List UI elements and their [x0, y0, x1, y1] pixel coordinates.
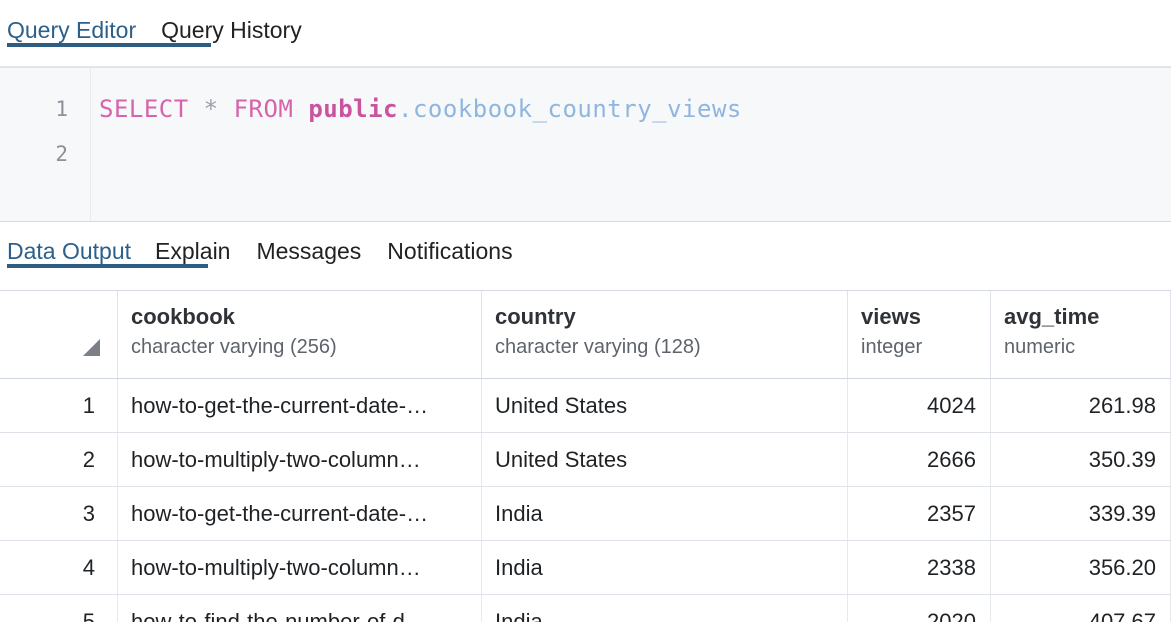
column-type: numeric — [1004, 336, 1076, 358]
column-type: integer — [861, 336, 923, 358]
output-tab-bar: Data Output Explain Messages Notificatio… — [0, 222, 1171, 290]
table-row[interactable]: 4 how-to-multiply-two-column… India 2338… — [0, 541, 1171, 595]
tab-query-history-label: Query History — [161, 17, 302, 43]
column-header-views[interactable]: views integer — [848, 291, 991, 378]
cell-country[interactable]: United States — [482, 433, 848, 486]
cell-views[interactable]: 2357 — [848, 487, 991, 540]
cell-views[interactable]: 2338 — [848, 541, 991, 594]
sql-token-select: SELECT — [99, 95, 189, 123]
cell-avg-time[interactable]: 407.67 — [991, 595, 1171, 622]
cell-avg-time[interactable]: 356.20 — [991, 541, 1171, 594]
row-number: 2 — [0, 433, 118, 486]
cell-text: how-to-multiply-two-column… — [131, 555, 421, 580]
sql-code-area[interactable]: SELECT * FROM public.cookbook_country_vi… — [91, 68, 1171, 221]
editor-tab-bar: Query Editor Query History — [0, 0, 1171, 67]
line-number-gutter: 1 2 — [0, 68, 91, 221]
tab-data-output[interactable]: Data Output — [7, 222, 208, 268]
cell-country[interactable]: India — [482, 595, 848, 622]
cell-views[interactable]: 4024 — [848, 379, 991, 432]
tab-query-editor[interactable]: Query Editor — [7, 0, 211, 47]
cell-country[interactable]: India — [482, 487, 848, 540]
sql-token-from: FROM — [233, 95, 294, 123]
active-output-tab-indicator — [7, 264, 208, 268]
column-name: cookbook — [131, 304, 235, 329]
cell-text: how-to-get-the-current-date-… — [131, 501, 429, 526]
row-number: 3 — [0, 487, 118, 540]
column-header-avg-time[interactable]: avg_time numeric — [991, 291, 1171, 378]
tab-query-history[interactable]: Query History — [161, 0, 302, 42]
table-row[interactable]: 5 how-to-find-the-number-of-d… India 202… — [0, 595, 1171, 622]
column-name: views — [861, 304, 921, 329]
row-number: 1 — [0, 379, 118, 432]
sql-token-dot: . — [398, 95, 413, 123]
line-number: 2 — [55, 142, 68, 166]
table-row[interactable]: 1 how-to-get-the-current-date-… United S… — [0, 379, 1171, 433]
active-tab-indicator — [7, 43, 211, 47]
cell-avg-time[interactable]: 350.39 — [991, 433, 1171, 486]
cell-text: how-to-multiply-two-column… — [131, 447, 421, 472]
tab-query-editor-label: Query Editor — [7, 17, 137, 43]
sql-token-schema: public — [308, 95, 399, 123]
cell-cookbook[interactable]: how-to-get-the-current-date-… — [118, 379, 482, 432]
row-number: 5 — [0, 595, 118, 622]
tab-notifications[interactable]: Notifications — [387, 222, 512, 263]
cell-text: how-to-find-the-number-of-d… — [131, 609, 427, 622]
result-data-grid[interactable]: cookbook character varying (256) country… — [0, 290, 1171, 622]
sql-token-table: cookbook_country_views — [412, 95, 742, 123]
column-header-country[interactable]: country character varying (128) — [482, 291, 848, 378]
cell-views[interactable]: 2666 — [848, 433, 991, 486]
cell-cookbook[interactable]: how-to-get-the-current-date-… — [118, 487, 482, 540]
column-name: avg_time — [1004, 304, 1100, 329]
grid-header-row: cookbook character varying (256) country… — [0, 291, 1171, 379]
column-header-cookbook[interactable]: cookbook character varying (256) — [118, 291, 482, 378]
cell-country[interactable]: United States — [482, 379, 848, 432]
tab-explain-label: Explain — [155, 238, 231, 264]
table-row[interactable]: 2 how-to-multiply-two-column… United Sta… — [0, 433, 1171, 487]
tab-messages[interactable]: Messages — [256, 222, 361, 263]
tab-explain[interactable]: Explain — [155, 222, 230, 263]
sql-token-star: * — [203, 95, 219, 123]
line-number: 1 — [55, 97, 68, 121]
cell-cookbook[interactable]: how-to-multiply-two-column… — [118, 433, 482, 486]
cell-views[interactable]: 2020 — [848, 595, 991, 622]
column-name: country — [495, 304, 576, 329]
tab-messages-label: Messages — [256, 238, 362, 264]
tab-data-output-label: Data Output — [7, 238, 132, 264]
cell-cookbook[interactable]: how-to-find-the-number-of-d… — [118, 595, 482, 622]
cell-cookbook[interactable]: how-to-multiply-two-column… — [118, 541, 482, 594]
row-number: 4 — [0, 541, 118, 594]
select-all-triangle-icon — [83, 339, 100, 356]
cell-avg-time[interactable]: 261.98 — [991, 379, 1171, 432]
cell-text: how-to-get-the-current-date-… — [131, 393, 429, 418]
table-row[interactable]: 3 how-to-get-the-current-date-… India 23… — [0, 487, 1171, 541]
grid-select-all-corner[interactable] — [0, 291, 118, 378]
column-type: character varying (128) — [495, 336, 701, 358]
tab-notifications-label: Notifications — [387, 238, 513, 264]
cell-avg-time[interactable]: 339.39 — [991, 487, 1171, 540]
cell-country[interactable]: India — [482, 541, 848, 594]
column-type: character varying (256) — [131, 336, 337, 358]
sql-editor-panel[interactable]: 1 2 SELECT * FROM public.cookbook_countr… — [0, 67, 1171, 222]
